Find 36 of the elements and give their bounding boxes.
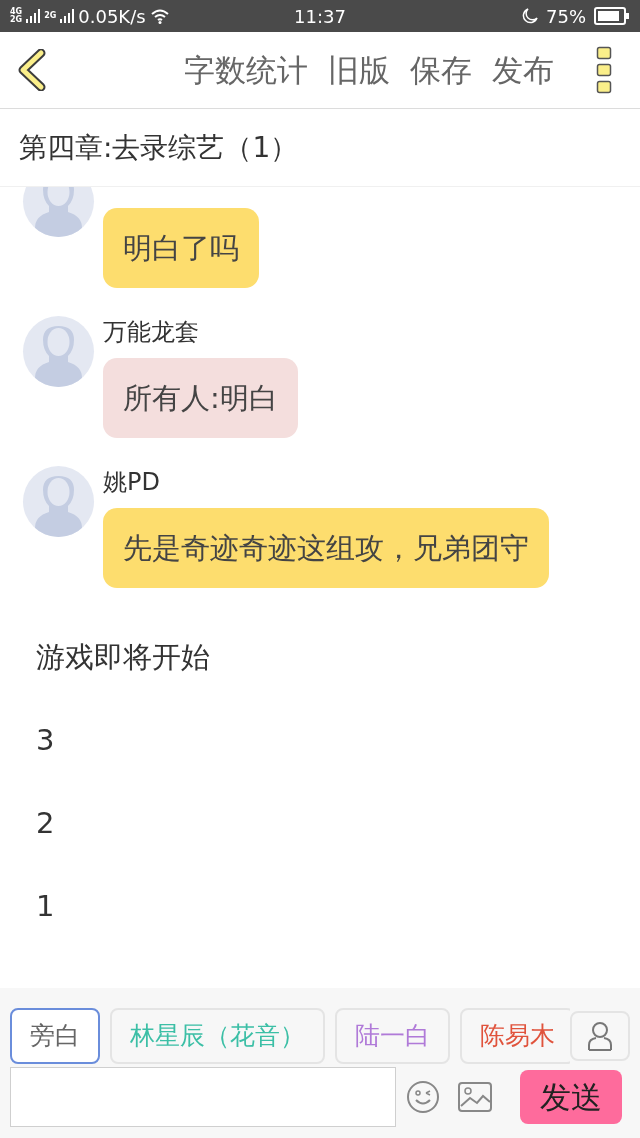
narration-text: 1 — [36, 887, 55, 925]
battery-percent: 75% — [546, 4, 586, 29]
character-tab[interactable]: 陆一白 — [335, 1008, 450, 1064]
network-type-label: 4G — [10, 8, 23, 16]
emoji-icon[interactable] — [406, 1080, 440, 1114]
toolbar-action[interactable]: 保存 — [410, 46, 472, 94]
wifi-icon — [149, 8, 170, 24]
message-bubble: 所有人:明白 — [103, 358, 298, 438]
character-tab[interactable]: 旁白 — [10, 1008, 100, 1064]
person-icon — [587, 1021, 613, 1051]
moon-icon — [522, 8, 538, 24]
sender-name: 万能龙套 — [103, 317, 199, 348]
chapter-title: 第四章:去录综艺（1） — [19, 129, 299, 166]
character-tab[interactable]: 陈易木 — [460, 1008, 570, 1064]
character-picker-button[interactable] — [570, 1011, 630, 1061]
narration-text: 2 — [36, 804, 55, 842]
message-bubble: 明白了吗 — [103, 208, 259, 288]
signal-icon — [26, 9, 41, 23]
network-type-label: 2G — [10, 16, 23, 24]
narration-text: 游戏即将开始 — [36, 638, 210, 676]
network-speed: 0.05K/s — [78, 4, 146, 29]
message-bubble: 先是奇迹奇迹这组攻，兄弟团守 — [103, 508, 549, 588]
clock: 11:37 — [293, 4, 347, 29]
toolbar-action[interactable]: 旧版 — [328, 46, 390, 94]
back-icon — [17, 49, 47, 91]
more-icon — [596, 46, 612, 94]
image-icon[interactable] — [458, 1082, 492, 1112]
narration-text: 3 — [36, 721, 55, 759]
network-type-label: 2G — [44, 12, 57, 20]
sender-name: 姚PD — [103, 467, 160, 498]
battery-icon — [594, 7, 630, 25]
signal-icon — [60, 9, 75, 23]
toolbar-action[interactable]: 字数统计 — [184, 46, 308, 94]
toolbar-action[interactable]: 发布 — [492, 46, 554, 94]
message-input[interactable] — [10, 1067, 396, 1127]
send-button[interactable]: 发送 — [520, 1070, 622, 1124]
